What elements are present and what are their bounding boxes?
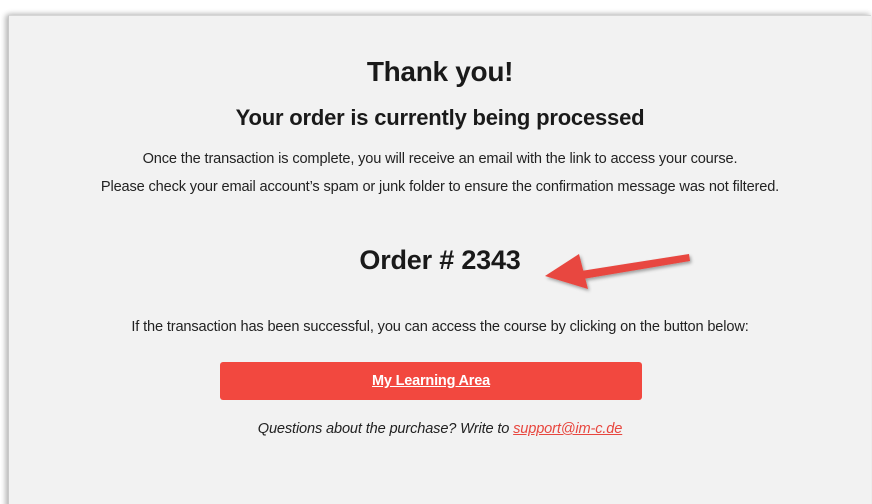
processing-subtitle: Your order is currently being processed	[235, 105, 645, 130]
access-instructions: If the transaction has been successful, …	[131, 319, 749, 335]
support-contact: Questions about the purchase? Write to s…	[9, 421, 871, 437]
confirmation-card: Thank you! Your order is currently being…	[8, 15, 871, 504]
arrow-left-icon	[545, 254, 690, 289]
page-title: Thank you!	[366, 56, 514, 87]
my-learning-area-button[interactable]: My Learning Area	[220, 362, 642, 400]
spam-folder-message: Please check your email account’s spam o…	[100, 179, 780, 195]
my-learning-area-button-label[interactable]: My Learning Area	[372, 373, 490, 389]
support-email-link[interactable]: support@im-c.de	[513, 421, 622, 437]
transaction-message: Once the transaction is complete, you wi…	[142, 151, 738, 167]
order-number: Order # 2343	[359, 245, 521, 275]
support-prompt: Questions about the purchase? Write to	[257, 421, 514, 437]
